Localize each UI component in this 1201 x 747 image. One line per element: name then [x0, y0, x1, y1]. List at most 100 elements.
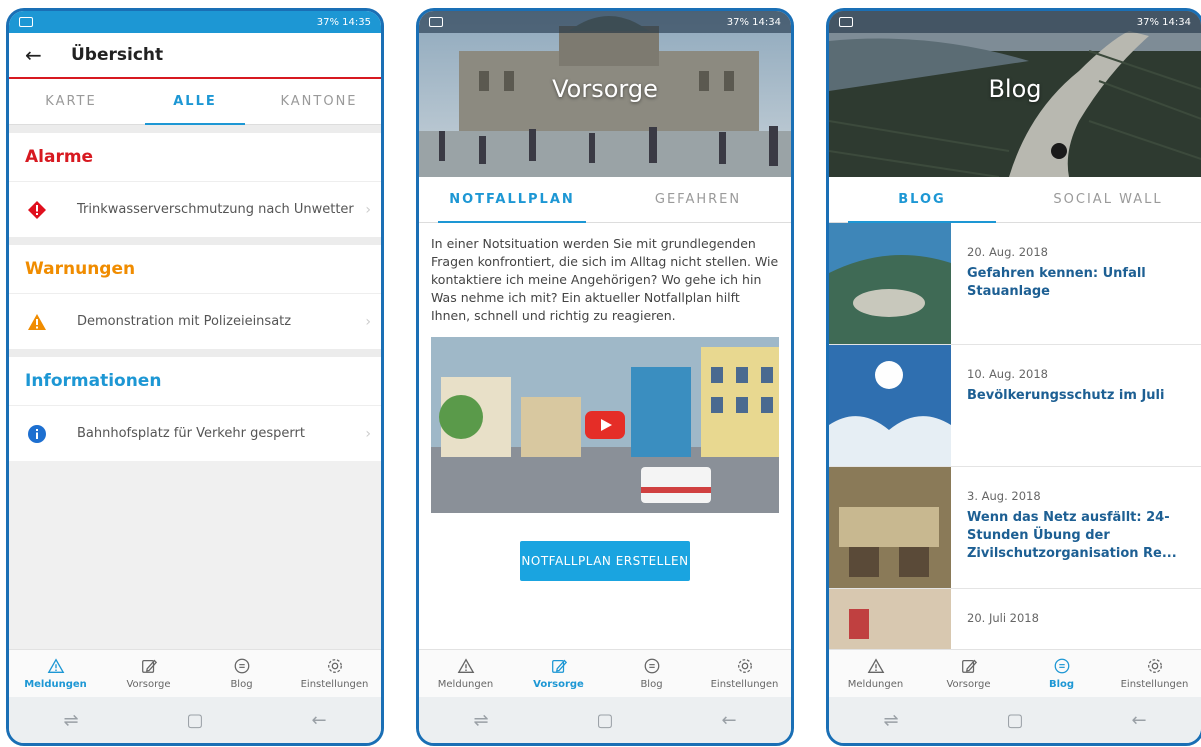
system-back-icon[interactable]: ← [299, 710, 339, 731]
notification-icon [19, 17, 33, 27]
home-icon[interactable]: ▢ [585, 710, 625, 731]
nav-meldungen[interactable]: Meldungen [419, 650, 512, 697]
warning-triangle-icon [25, 310, 49, 334]
blog-date: 20. Aug. 2018 [967, 245, 1048, 259]
blog-post[interactable]: 10. Aug. 2018 Bevölkerungsschutz im Juli [829, 345, 1201, 467]
chat-bubble-icon [1053, 657, 1071, 675]
status-time: 37% 14:34 [1136, 16, 1191, 28]
nav-blog[interactable]: Blog [605, 650, 698, 697]
section-alarms-title: Alarme [9, 125, 381, 181]
bottom-navigation: Meldungen Vorsorge Blog Einstellungen [419, 649, 791, 697]
nav-blog[interactable]: Blog [1015, 650, 1108, 697]
gear-icon [326, 657, 344, 675]
chat-bubble-icon [643, 657, 661, 675]
back-arrow-icon[interactable]: ← [25, 43, 55, 67]
blog-post[interactable]: 20. Aug. 2018 Gefahren kennen: Unfall St… [829, 223, 1201, 345]
phone-screen-overview: 37% 14:35 ← Übersicht KARTE ALLE KANTONE… [6, 8, 384, 746]
blog-date: 20. Juli 2018 [967, 611, 1039, 625]
tab-alle[interactable]: ALLE [133, 79, 257, 125]
info-circle-icon [25, 422, 49, 446]
pencil-note-icon [960, 657, 978, 675]
vorsorge-tabs: NOTFALLPLAN GEFAHREN [419, 177, 791, 223]
tab-kantone[interactable]: KANTONE [257, 79, 381, 124]
home-icon[interactable]: ▢ [995, 710, 1035, 731]
status-bar: 37% 14:34 [829, 11, 1201, 33]
nav-label: Meldungen [847, 679, 904, 690]
system-navigation: ⇌ ▢ ← [829, 697, 1201, 743]
blog-thumbnail [829, 223, 951, 344]
hero-image-road: 37% 14:34 Blog [829, 11, 1201, 177]
info-item[interactable]: Bahnhofsplatz für Verkehr gesperrt › [9, 405, 381, 461]
tab-notfallplan[interactable]: NOTFALLPLAN [419, 177, 605, 223]
hero-image-parliament: 37% 14:34 Vorsorge [419, 11, 791, 177]
system-back-icon[interactable]: ← [709, 710, 749, 731]
blog-thumbnail [829, 589, 951, 649]
nav-label: Einstellungen [710, 679, 779, 690]
section-infos-title: Informationen [9, 349, 381, 405]
alarm-diamond-icon [25, 198, 49, 222]
nav-label: Einstellungen [300, 679, 369, 690]
warning-outline-icon [457, 657, 475, 675]
nav-meldungen[interactable]: Meldungen [9, 650, 102, 697]
nav-label: Blog [1048, 679, 1075, 690]
system-back-icon[interactable]: ← [1119, 710, 1159, 731]
tab-gefahren[interactable]: GEFAHREN [605, 177, 791, 222]
nav-label: Blog [230, 679, 253, 690]
overview-content: ← Übersicht KARTE ALLE KANTONE Alarme Tr… [9, 33, 381, 649]
blog-thumbnail [829, 345, 951, 466]
nav-meldungen[interactable]: Meldungen [829, 650, 922, 697]
blog-title: Bevölkerungsschutz im Juli [967, 388, 1165, 403]
overview-tabs: KARTE ALLE KANTONE [9, 79, 381, 125]
blog-post[interactable]: 3. Aug. 2018 Wenn das Netz ausfällt: 24-… [829, 467, 1201, 589]
gear-icon [1146, 657, 1164, 675]
bottom-navigation: Meldungen Vorsorge Blog Einstellungen [9, 649, 381, 697]
chat-bubble-icon [233, 657, 251, 675]
hero-title: Vorsorge [552, 75, 658, 103]
recent-apps-icon[interactable]: ⇌ [871, 710, 911, 731]
notification-icon [839, 17, 853, 27]
create-notfallplan-button[interactable]: NOTFALLPLAN ERSTELLEN [520, 541, 690, 581]
chevron-right-icon: › [365, 201, 371, 218]
info-item-text: Bahnhofsplatz für Verkehr gesperrt [77, 426, 305, 441]
tab-social-wall[interactable]: SOCIAL WALL [1015, 177, 1201, 222]
blog-title: Wenn das Netz ausfällt: 24-Stunden Übung… [967, 510, 1177, 561]
warning-item[interactable]: Demonstration mit Polizeieinsatz › [9, 293, 381, 349]
nav-einstellungen[interactable]: Einstellungen [288, 650, 381, 697]
nav-vorsorge[interactable]: Vorsorge [922, 650, 1015, 697]
nav-einstellungen[interactable]: Einstellungen [698, 650, 791, 697]
status-time: 37% 14:34 [726, 16, 781, 28]
blog-post[interactable]: 20. Juli 2018 [829, 589, 1201, 649]
nav-einstellungen[interactable]: Einstellungen [1108, 650, 1201, 697]
tab-karte[interactable]: KARTE [9, 79, 133, 124]
blog-tabs: BLOG SOCIAL WALL [829, 177, 1201, 223]
recent-apps-icon[interactable]: ⇌ [51, 710, 91, 731]
warning-item-text: Demonstration mit Polizeieinsatz [77, 314, 292, 329]
nav-vorsorge[interactable]: Vorsorge [512, 650, 605, 697]
warning-outline-icon [47, 657, 65, 675]
pencil-note-icon [550, 657, 568, 675]
bottom-navigation: Meldungen Vorsorge Blog Einstellungen [829, 649, 1201, 697]
blog-date: 3. Aug. 2018 [967, 489, 1041, 503]
nav-label: Vorsorge [533, 679, 584, 690]
pencil-note-icon [140, 657, 158, 675]
status-bar: 37% 14:35 [9, 11, 381, 33]
blog-thumbnail [829, 467, 951, 588]
play-button-icon[interactable] [585, 411, 625, 439]
nav-label: Blog [640, 679, 663, 690]
alarm-item[interactable]: Trinkwasserverschmutzung nach Unwetter › [9, 181, 381, 237]
chevron-right-icon: › [365, 313, 371, 330]
hero-title: Blog [988, 75, 1042, 103]
nav-vorsorge[interactable]: Vorsorge [102, 650, 195, 697]
nav-label: Meldungen [24, 679, 87, 690]
nav-label: Einstellungen [1120, 679, 1189, 690]
nav-label: Vorsorge [126, 679, 171, 690]
chevron-right-icon: › [365, 425, 371, 442]
gear-icon [736, 657, 754, 675]
recent-apps-icon[interactable]: ⇌ [461, 710, 501, 731]
notification-icon [429, 17, 443, 27]
tab-blog[interactable]: BLOG [829, 177, 1015, 223]
video-player[interactable] [431, 337, 779, 513]
system-navigation: ⇌ ▢ ← [419, 697, 791, 743]
home-icon[interactable]: ▢ [175, 710, 215, 731]
nav-blog[interactable]: Blog [195, 650, 288, 697]
